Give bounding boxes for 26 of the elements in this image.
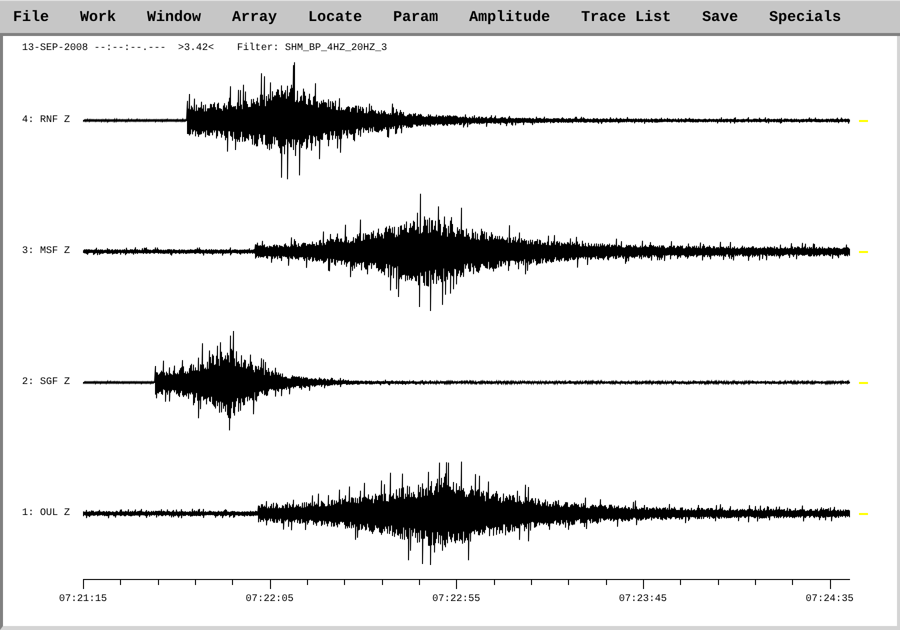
time-label: 07:23:45	[618, 594, 667, 605]
menu-item[interactable]: Param	[387, 6, 444, 28]
trace-label: 1: OUL Z	[22, 508, 72, 520]
date-time-text: 13-SEP-2008 --:--:--.---	[22, 43, 166, 55]
time-label: 07:22:05	[246, 594, 294, 605]
trace-marker-icon	[859, 120, 868, 122]
menu-item[interactable]: File	[7, 6, 56, 28]
filter-text: Filter: SHM_BP_4HZ_20HZ_3	[237, 43, 388, 55]
trace-marker-icon	[859, 250, 868, 252]
trace-marker-icon	[859, 512, 868, 514]
menu-item[interactable]: Specials	[763, 6, 848, 28]
trace-label: 3: MSF Z	[22, 246, 72, 258]
time-label: 07:24:35	[806, 594, 854, 605]
trace-label: 2: SGF Z	[22, 376, 72, 388]
scale-value-text: >3.42<	[178, 43, 214, 55]
menu-item[interactable]: Array	[226, 6, 284, 28]
time-label: 07:22:55	[432, 594, 480, 605]
menu-item[interactable]: Locate	[302, 6, 368, 28]
menu-item[interactable]: Work	[74, 6, 122, 28]
menu-item[interactable]: Trace List	[575, 6, 678, 28]
trace-label: 4: RNF Z	[22, 114, 72, 126]
trace-marker-icon	[859, 382, 868, 384]
menu-item[interactable]: Amplitude	[463, 6, 556, 28]
menu-item[interactable]: Window	[141, 6, 208, 28]
time-label: 07:21:15	[59, 594, 107, 605]
menu-item[interactable]: Save	[696, 6, 744, 28]
